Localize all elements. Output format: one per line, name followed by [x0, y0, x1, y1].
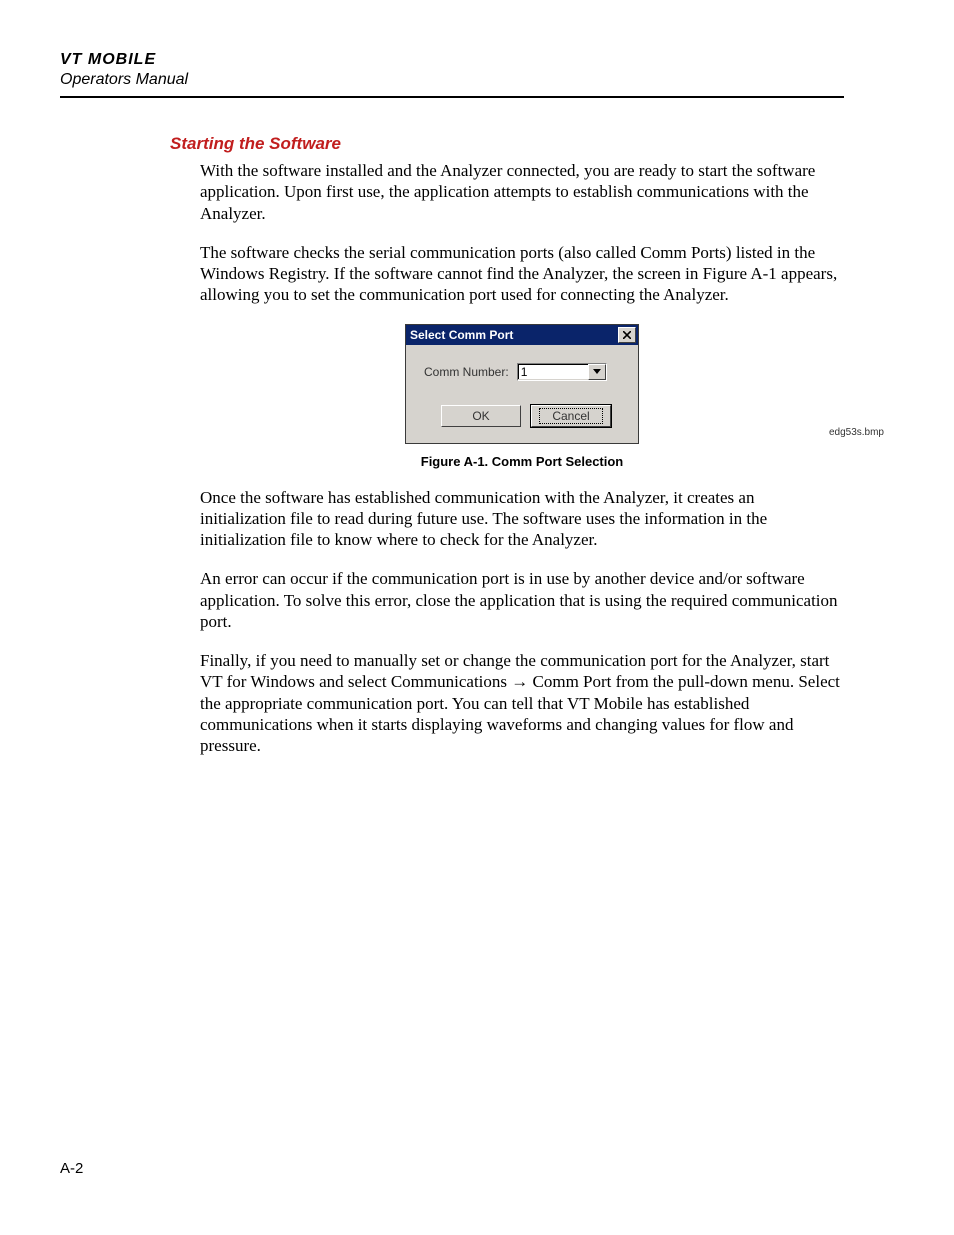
header-title: VT MOBILE [60, 50, 844, 70]
comm-number-label: Comm Number: [424, 365, 509, 379]
page-header: VT MOBILE Operators Manual [60, 50, 844, 98]
close-icon [623, 331, 631, 339]
dialog-titlebar: Select Comm Port [406, 325, 638, 345]
figure-caption: Figure A-1. Comm Port Selection [200, 454, 844, 469]
comm-port-dialog: Select Comm Port Comm Number: 1 [405, 324, 639, 444]
comm-number-combo[interactable]: 1 [517, 363, 607, 381]
arrow-icon: → [511, 672, 528, 691]
paragraph-2: The software checks the serial communica… [200, 242, 844, 306]
dialog-title: Select Comm Port [410, 328, 513, 342]
cancel-button[interactable]: Cancel [531, 405, 611, 427]
close-button[interactable] [618, 327, 636, 343]
paragraph-3: Once the software has established commun… [200, 487, 844, 551]
comm-number-row: Comm Number: 1 [424, 363, 628, 381]
combo-dropdown-button[interactable] [588, 364, 606, 380]
ok-button[interactable]: OK [441, 405, 521, 427]
paragraph-4: An error can occur if the communication … [200, 568, 844, 632]
figure: Select Comm Port Comm Number: 1 [200, 324, 844, 469]
comm-number-value: 1 [518, 364, 588, 380]
body-text: With the software installed and the Anal… [200, 160, 844, 756]
paragraph-5: Finally, if you need to manually set or … [200, 650, 844, 756]
image-filename: edg53s.bmp [829, 427, 884, 438]
paragraph-1: With the software installed and the Anal… [200, 160, 844, 224]
section-heading: Starting the Software [170, 134, 844, 154]
chevron-down-icon [593, 369, 601, 375]
page-number: A-2 [60, 1160, 83, 1177]
header-subtitle: Operators Manual [60, 70, 844, 90]
